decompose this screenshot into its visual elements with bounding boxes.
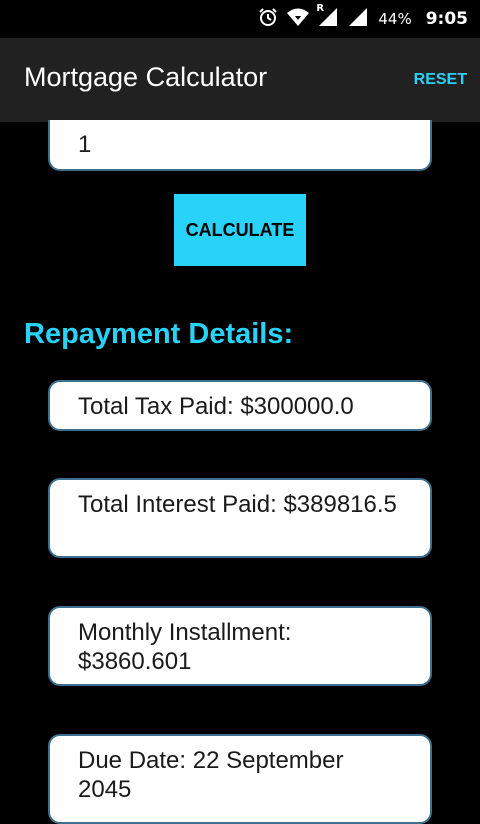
repayment-details-heading: Repayment Details: xyxy=(24,318,294,350)
second-signal-icon xyxy=(348,7,368,31)
cell-signal-icon: R xyxy=(316,3,340,31)
reset-button[interactable]: RESET xyxy=(414,71,467,89)
total-tax-field: Total Tax Paid: $300000.0 xyxy=(48,380,432,431)
status-time: 9:05 xyxy=(425,9,468,29)
status-bar: R 44% 9:05 xyxy=(0,0,480,38)
years-input[interactable]: 1 xyxy=(48,120,432,171)
roaming-indicator: R xyxy=(316,3,325,14)
monthly-installment-field: Monthly Installment: $3860.601 xyxy=(48,606,432,686)
battery-percent: 44% xyxy=(378,10,412,28)
calculate-button[interactable]: CALCULATE xyxy=(174,194,306,266)
total-interest-field: Total Interest Paid: $389816.5 xyxy=(48,478,432,558)
wifi-icon xyxy=(286,7,310,31)
status-icons: R 44% 9:05 xyxy=(258,0,468,38)
app-title: Mortgage Calculator xyxy=(24,62,268,92)
app-bar: Mortgage Calculator RESET xyxy=(0,38,480,122)
alarm-clock-icon xyxy=(258,7,278,31)
due-date-field: Due Date: 22 September 2045 xyxy=(48,734,432,824)
